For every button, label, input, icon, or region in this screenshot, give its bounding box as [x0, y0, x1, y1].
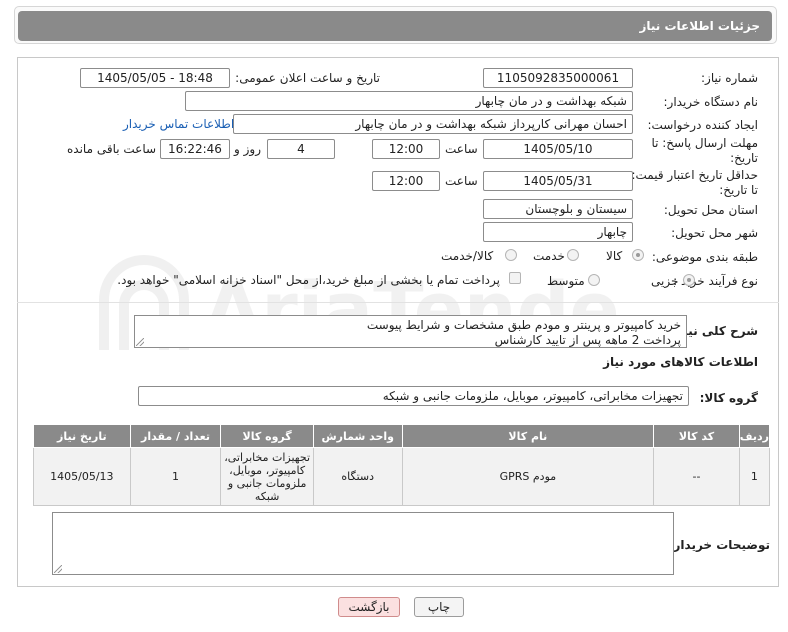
category-label: طبقه بندی موضوعی: — [651, 250, 758, 264]
buyer-notes-label: توضیحات خریدار: — [668, 538, 770, 552]
reply-deadline-label-1: مهلت ارسال پاسخ: تا — [651, 136, 758, 150]
goods-table: ردیف کد کالا نام کالا واحد شمارش گروه کا… — [33, 424, 771, 506]
cell-code: -- — [653, 447, 740, 506]
reply-date-field: 1405/05/10 — [483, 139, 633, 159]
goods-group-field: تجهیزات مخابراتی، کامپیوتر، موبایل، ملزو… — [138, 386, 689, 406]
page-title: جزئیات اطلاعات نیاز — [18, 11, 772, 41]
reply-deadline-label-2: تاریخ: — [730, 151, 758, 165]
category-option-both: کالا/خدمت — [441, 249, 494, 263]
price-validity-time-field: 12:00 — [372, 171, 440, 191]
description-line-2: پرداخت 2 ماهه پس از تایید کارشناس — [494, 333, 681, 347]
delivery-city-field: چابهار — [483, 222, 633, 242]
remaining-time-field: 16:22:46 — [160, 139, 230, 159]
reply-days-field: 4 — [267, 139, 335, 159]
col-header-row: ردیف — [738, 424, 771, 448]
goods-table-header: ردیف کد کالا نام کالا واحد شمارش گروه کا… — [33, 424, 771, 448]
cell-name: مودم GPRS — [401, 447, 655, 506]
announce-date-field: 1405/05/05 - 18:48 — [80, 68, 230, 88]
delivery-province-label: استان محل تحویل: — [663, 203, 758, 217]
reply-time-field: 12:00 — [372, 139, 440, 159]
need-number-field: 1105092835000061 — [483, 68, 633, 88]
cell-date: 1405/05/13 — [33, 447, 131, 506]
price-validity-date-field: 1405/05/31 — [483, 171, 633, 191]
requester-label: ایجاد کننده درخواست: — [647, 118, 758, 132]
requester-field: احسان مهرانی کارپرداز شبکه بهداشت و در م… — [233, 114, 633, 134]
goods-group-label: گروه کالا: — [699, 391, 758, 405]
price-validity-label-2: تا تاریخ: — [719, 183, 758, 197]
delivery-province-field: سیستان و بلوچستان — [483, 199, 633, 219]
category-radio-both[interactable] — [505, 249, 517, 261]
remaining-time-label: ساعت باقی مانده — [67, 142, 157, 156]
back-button[interactable]: بازگشت — [338, 597, 400, 617]
description-line-1: خرید کامپیوتر و پرینتر و مودم طبق مشخصات… — [366, 318, 681, 332]
buyer-org-label: نام دستگاه خریدار: — [663, 95, 759, 109]
buyer-contact-link[interactable]: اطلاعات تماس خریدار — [123, 117, 234, 131]
purchase-type-option-minor: جزیی — [651, 274, 679, 288]
announce-date-label: تاریخ و ساعت اعلان عمومی: — [235, 71, 380, 85]
page-header: جزئیات اطلاعات نیاز — [14, 6, 777, 44]
cell-unit: دستگاه — [312, 447, 403, 506]
treasury-payment-checkbox[interactable] — [509, 272, 521, 284]
delivery-city-label: شهر محل تحویل: — [671, 226, 758, 240]
resize-grip-icon[interactable] — [54, 565, 62, 573]
purchase-type-radio-minor[interactable] — [683, 274, 695, 286]
reply-days-label: روز و — [234, 142, 261, 156]
category-option-service: خدمت — [533, 249, 565, 263]
buyer-notes-textarea — [52, 512, 674, 575]
resize-grip-icon[interactable] — [136, 338, 144, 346]
col-header-group: گروه کالا — [220, 424, 314, 448]
category-radio-service[interactable] — [567, 249, 579, 261]
col-header-code: کد کالا — [653, 424, 740, 448]
category-radio-goods[interactable] — [632, 249, 644, 261]
col-header-name: نام کالا — [401, 424, 655, 448]
purchase-type-radio-medium[interactable] — [588, 274, 600, 286]
purchase-type-option-medium: متوسط — [547, 274, 585, 288]
col-header-unit: واحد شمارش — [312, 424, 403, 448]
reply-time-label: ساعت — [445, 142, 478, 156]
cell-qty: 1 — [129, 447, 222, 506]
category-option-goods: کالا — [606, 249, 623, 263]
section-divider — [17, 302, 779, 303]
cell-group: تجهیزات مخابراتی، کامپیوتر، موبایل، ملزو… — [220, 447, 314, 506]
price-validity-time-label: ساعت — [445, 174, 478, 188]
cell-row: 1 — [738, 447, 771, 506]
buyer-org-field: شبکه بهداشت و در مان چابهار — [185, 91, 633, 111]
goods-info-title: اطلاعات کالاهای مورد نیاز — [603, 355, 758, 369]
treasury-payment-note: پرداخت تمام یا بخشی از مبلغ خرید،از محل … — [117, 273, 500, 287]
table-row: 1 -- مودم GPRS دستگاه تجهیزات مخابراتی، … — [33, 447, 771, 506]
description-textarea: خرید کامپیوتر و پرینتر و مودم طبق مشخصات… — [134, 315, 687, 348]
print-button[interactable]: چاپ — [414, 597, 464, 617]
need-number-label: شماره نیاز: — [701, 71, 758, 85]
price-validity-label-1: حداقل تاریخ اعتبار قیمت: — [631, 168, 758, 182]
col-header-qty: تعداد / مقدار — [129, 424, 222, 448]
col-header-date: تاریخ نیاز — [33, 424, 131, 448]
